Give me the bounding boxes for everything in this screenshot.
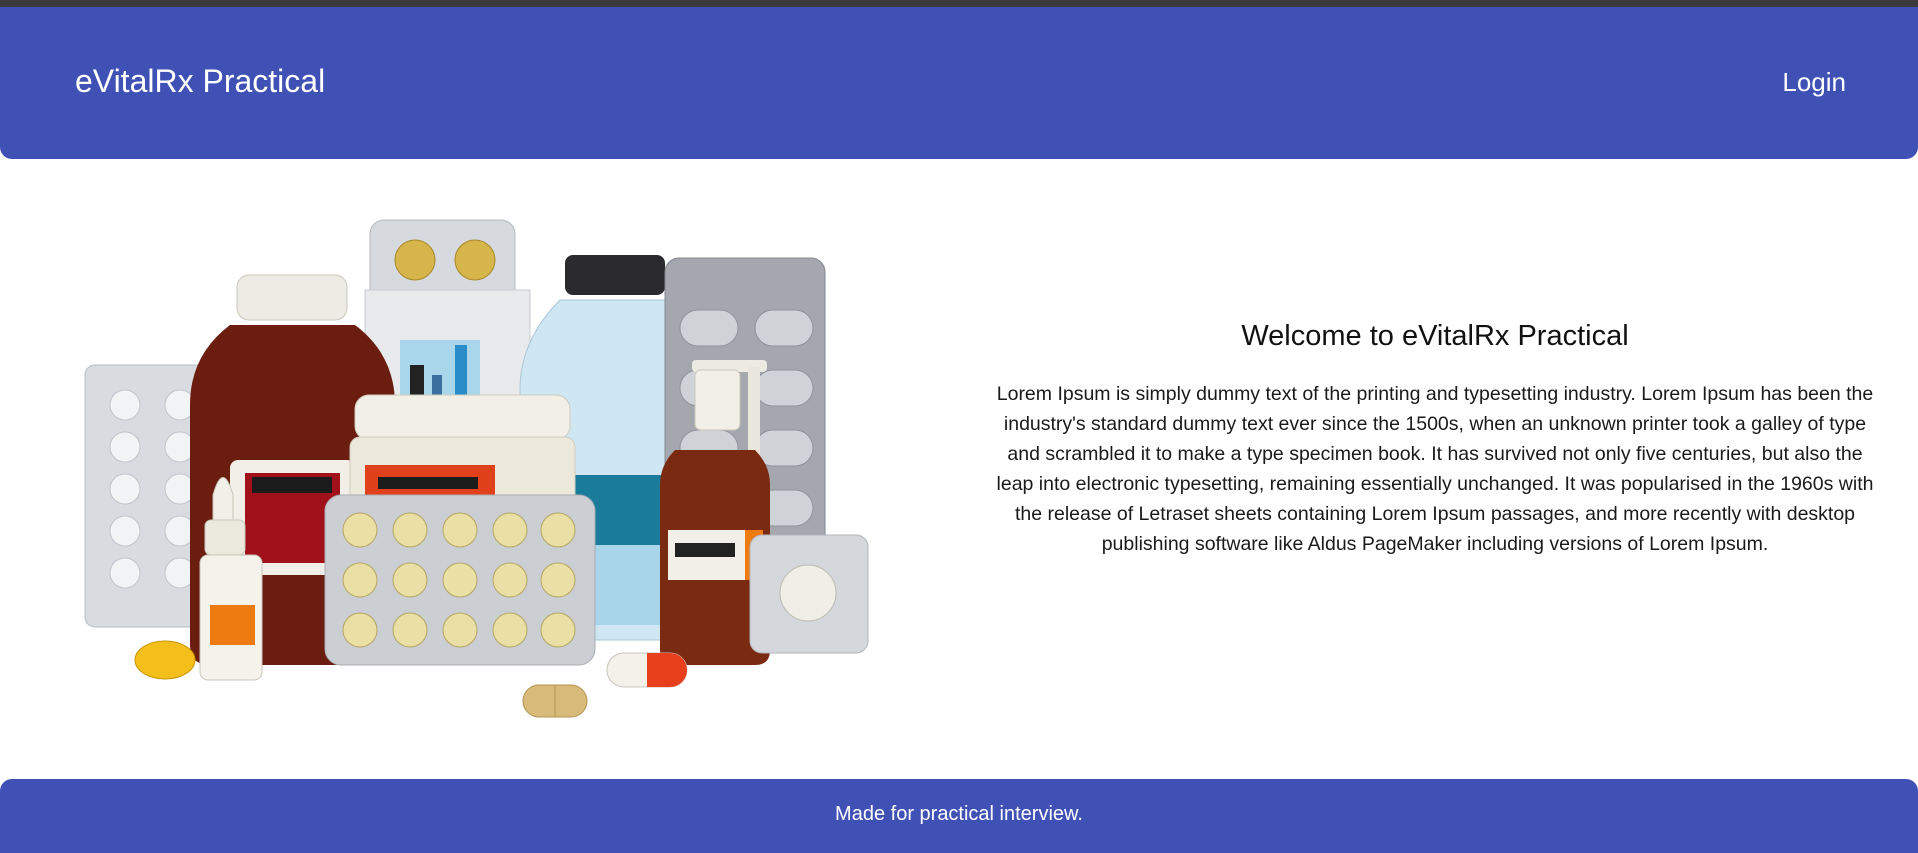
capsule-icon [606, 652, 688, 688]
app-footer: Made for practical interview. [0, 779, 1918, 853]
pill-tablet-icon [522, 684, 588, 718]
blister-pack-front-icon [324, 494, 596, 666]
welcome-section: Welcome to eVitalRx Practical Lorem Ipsu… [990, 320, 1880, 559]
app-header: eVitalRx Practical Login [0, 7, 1918, 159]
footer-text: Made for practical interview. [835, 803, 1083, 825]
medicines-illustration [84, 219, 869, 718]
brand-title[interactable]: eVitalRx Practical [75, 63, 325, 100]
welcome-title: Welcome to eVitalRx Practical [1241, 320, 1629, 352]
welcome-description: Lorem Ipsum is simply dummy text of the … [996, 383, 1874, 555]
gel-capsule-icon [134, 640, 196, 680]
login-link[interactable]: Login [1782, 67, 1846, 98]
single-blister-icon [749, 534, 869, 654]
browser-top-strip [0, 0, 1918, 7]
